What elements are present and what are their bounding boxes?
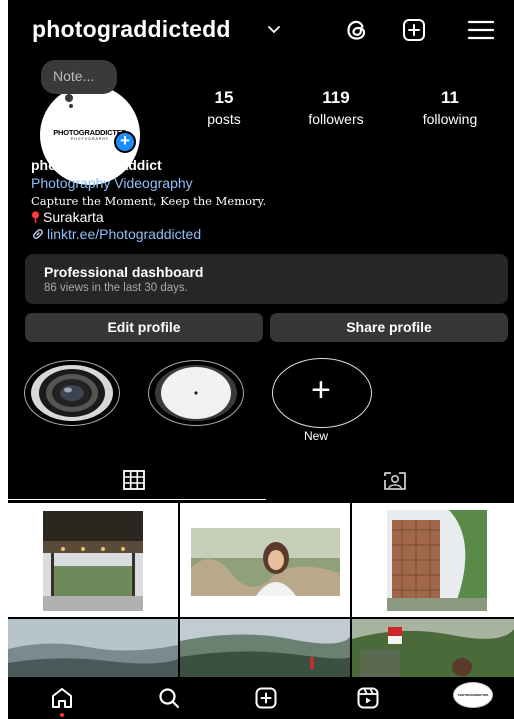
post-thumbnail[interactable]: [8, 619, 178, 677]
profile-category[interactable]: Photography Videography: [31, 175, 193, 192]
vinyl-thumbnail: [155, 365, 237, 421]
active-tab-indicator: [8, 499, 266, 500]
mountain-view-photo: [8, 619, 178, 677]
bottom-navigation: PHOTOGRADDICTED: [8, 677, 514, 719]
note-bubble-tail: [65, 94, 73, 102]
followers-count[interactable]: 119 followers: [296, 88, 376, 127]
threads-icon[interactable]: [344, 17, 370, 43]
forest-hills-photo: [180, 619, 350, 677]
reels-icon[interactable]: [356, 686, 380, 710]
post-thumbnail[interactable]: [8, 503, 178, 617]
note-placeholder: Note...: [53, 68, 95, 84]
post-thumbnail[interactable]: [352, 503, 514, 617]
add-story-plus-icon[interactable]: +: [114, 131, 136, 153]
camera-lens-thumbnail: [31, 365, 113, 421]
posts-count[interactable]: 15 posts: [200, 88, 248, 127]
tagged-icon[interactable]: [382, 470, 408, 492]
post-thumbnail[interactable]: [180, 619, 350, 677]
instagram-profile-screen: photograddictedd PHOTOGRADDICTED PHOTOGR…: [8, 0, 514, 719]
professional-dashboard[interactable]: Professional dashboard 86 views in the l…: [25, 254, 508, 304]
link-icon: [33, 229, 43, 239]
post-thumbnail[interactable]: [352, 619, 514, 677]
grid-icon[interactable]: [123, 470, 145, 490]
edit-profile-button[interactable]: Edit profile: [25, 313, 263, 342]
portrait-grass-photo: [191, 528, 340, 596]
share-profile-button[interactable]: Share profile: [270, 313, 508, 342]
chevron-down-icon[interactable]: [267, 22, 281, 36]
plus-icon: +: [311, 371, 331, 409]
bio-location: Surakarta: [31, 209, 104, 226]
location-pin-icon: [31, 211, 40, 223]
following-count[interactable]: 11 following: [408, 88, 492, 127]
note-bubble-tail-small: [69, 104, 73, 108]
notification-dot: [60, 713, 64, 717]
profile-avatar-tab[interactable]: PHOTOGRADDICTED: [453, 682, 493, 708]
bio-text: Capture the Moment, Keep the Memory.: [31, 194, 267, 208]
dashboard-subtitle: 86 views in the last 30 days.: [44, 282, 188, 294]
top-header: photograddictedd: [8, 0, 514, 58]
username-switcher[interactable]: photograddictedd: [32, 16, 231, 43]
search-icon[interactable]: [157, 686, 181, 710]
note-bubble[interactable]: Note...: [41, 60, 117, 94]
create-icon[interactable]: [254, 686, 278, 710]
bio-link[interactable]: linktr.ee/Photograddicted: [31, 226, 201, 243]
new-highlight-label: New: [304, 429, 329, 443]
highlight-lens[interactable]: [24, 360, 120, 426]
dashboard-title: Professional dashboard: [44, 264, 204, 280]
brick-building-photo: [387, 510, 487, 611]
highlight-vinyl[interactable]: [148, 360, 244, 426]
flag-crowd-photo: [352, 619, 514, 677]
menu-icon[interactable]: [467, 17, 495, 43]
home-icon[interactable]: [50, 686, 74, 710]
post-thumbnail[interactable]: [180, 503, 350, 617]
profile-name: photography addict: [31, 157, 162, 173]
pavilion-photo: [43, 511, 143, 611]
add-post-icon[interactable]: [401, 17, 427, 43]
